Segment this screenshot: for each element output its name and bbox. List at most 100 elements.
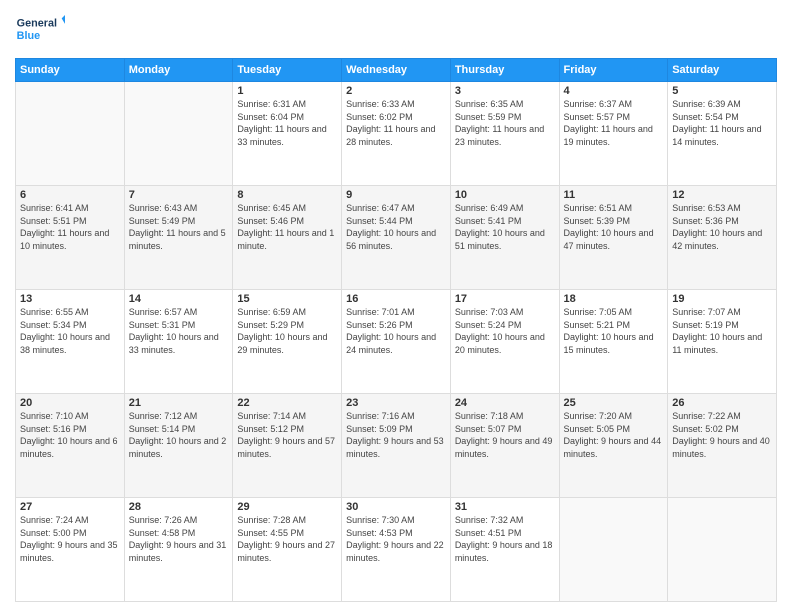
day-info: Sunrise: 7:18 AMSunset: 5:07 PMDaylight:… xyxy=(455,410,555,460)
day-info: Sunrise: 6:37 AMSunset: 5:57 PMDaylight:… xyxy=(564,98,664,148)
day-number: 19 xyxy=(672,293,772,305)
calendar-cell: 29 Sunrise: 7:28 AMSunset: 4:55 PMDaylig… xyxy=(233,498,342,602)
day-info: Sunrise: 6:45 AMSunset: 5:46 PMDaylight:… xyxy=(237,202,337,252)
calendar-cell: 10 Sunrise: 6:49 AMSunset: 5:41 PMDaylig… xyxy=(450,186,559,290)
svg-text:General: General xyxy=(17,18,57,30)
day-info: Sunrise: 7:30 AMSunset: 4:53 PMDaylight:… xyxy=(346,514,446,564)
calendar-cell: 13 Sunrise: 6:55 AMSunset: 5:34 PMDaylig… xyxy=(16,290,125,394)
day-number: 5 xyxy=(672,85,772,97)
day-number: 10 xyxy=(455,189,555,201)
day-number: 14 xyxy=(129,293,229,305)
calendar-cell: 11 Sunrise: 6:51 AMSunset: 5:39 PMDaylig… xyxy=(559,186,668,290)
calendar-cell: 15 Sunrise: 6:59 AMSunset: 5:29 PMDaylig… xyxy=(233,290,342,394)
day-info: Sunrise: 6:47 AMSunset: 5:44 PMDaylight:… xyxy=(346,202,446,252)
calendar-cell xyxy=(124,82,233,186)
day-number: 25 xyxy=(564,397,664,409)
calendar-week-row: 1 Sunrise: 6:31 AMSunset: 6:04 PMDayligh… xyxy=(16,82,777,186)
day-info: Sunrise: 7:20 AMSunset: 5:05 PMDaylight:… xyxy=(564,410,664,460)
day-header-saturday: Saturday xyxy=(668,59,777,82)
calendar-cell: 2 Sunrise: 6:33 AMSunset: 6:02 PMDayligh… xyxy=(342,82,451,186)
day-number: 1 xyxy=(237,85,337,97)
calendar-cell: 5 Sunrise: 6:39 AMSunset: 5:54 PMDayligh… xyxy=(668,82,777,186)
day-number: 13 xyxy=(20,293,120,305)
day-info: Sunrise: 7:12 AMSunset: 5:14 PMDaylight:… xyxy=(129,410,229,460)
day-number: 22 xyxy=(237,397,337,409)
calendar-cell: 14 Sunrise: 6:57 AMSunset: 5:31 PMDaylig… xyxy=(124,290,233,394)
day-number: 4 xyxy=(564,85,664,97)
calendar-cell: 27 Sunrise: 7:24 AMSunset: 5:00 PMDaylig… xyxy=(16,498,125,602)
calendar-cell: 21 Sunrise: 7:12 AMSunset: 5:14 PMDaylig… xyxy=(124,394,233,498)
calendar-week-row: 6 Sunrise: 6:41 AMSunset: 5:51 PMDayligh… xyxy=(16,186,777,290)
day-number: 31 xyxy=(455,501,555,513)
calendar-cell: 31 Sunrise: 7:32 AMSunset: 4:51 PMDaylig… xyxy=(450,498,559,602)
day-info: Sunrise: 6:33 AMSunset: 6:02 PMDaylight:… xyxy=(346,98,446,148)
day-header-tuesday: Tuesday xyxy=(233,59,342,82)
day-info: Sunrise: 7:16 AMSunset: 5:09 PMDaylight:… xyxy=(346,410,446,460)
calendar-cell: 25 Sunrise: 7:20 AMSunset: 5:05 PMDaylig… xyxy=(559,394,668,498)
day-info: Sunrise: 7:24 AMSunset: 5:00 PMDaylight:… xyxy=(20,514,120,564)
calendar-cell: 16 Sunrise: 7:01 AMSunset: 5:26 PMDaylig… xyxy=(342,290,451,394)
calendar-cell: 4 Sunrise: 6:37 AMSunset: 5:57 PMDayligh… xyxy=(559,82,668,186)
day-header-sunday: Sunday xyxy=(16,59,125,82)
day-header-wednesday: Wednesday xyxy=(342,59,451,82)
logo-svg: General Blue xyxy=(15,10,65,50)
day-number: 29 xyxy=(237,501,337,513)
day-info: Sunrise: 7:03 AMSunset: 5:24 PMDaylight:… xyxy=(455,306,555,356)
day-header-monday: Monday xyxy=(124,59,233,82)
day-number: 21 xyxy=(129,397,229,409)
calendar-cell: 3 Sunrise: 6:35 AMSunset: 5:59 PMDayligh… xyxy=(450,82,559,186)
day-number: 2 xyxy=(346,85,446,97)
day-info: Sunrise: 7:22 AMSunset: 5:02 PMDaylight:… xyxy=(672,410,772,460)
calendar-week-row: 13 Sunrise: 6:55 AMSunset: 5:34 PMDaylig… xyxy=(16,290,777,394)
calendar-cell xyxy=(668,498,777,602)
calendar-week-row: 20 Sunrise: 7:10 AMSunset: 5:16 PMDaylig… xyxy=(16,394,777,498)
calendar-cell: 23 Sunrise: 7:16 AMSunset: 5:09 PMDaylig… xyxy=(342,394,451,498)
day-info: Sunrise: 7:10 AMSunset: 5:16 PMDaylight:… xyxy=(20,410,120,460)
day-header-thursday: Thursday xyxy=(450,59,559,82)
day-number: 9 xyxy=(346,189,446,201)
svg-text:Blue: Blue xyxy=(17,30,40,42)
calendar-cell: 30 Sunrise: 7:30 AMSunset: 4:53 PMDaylig… xyxy=(342,498,451,602)
calendar-cell xyxy=(16,82,125,186)
calendar-cell: 9 Sunrise: 6:47 AMSunset: 5:44 PMDayligh… xyxy=(342,186,451,290)
logo: General Blue xyxy=(15,10,65,50)
day-number: 28 xyxy=(129,501,229,513)
day-info: Sunrise: 6:49 AMSunset: 5:41 PMDaylight:… xyxy=(455,202,555,252)
calendar-cell: 19 Sunrise: 7:07 AMSunset: 5:19 PMDaylig… xyxy=(668,290,777,394)
calendar-cell: 12 Sunrise: 6:53 AMSunset: 5:36 PMDaylig… xyxy=(668,186,777,290)
day-info: Sunrise: 6:59 AMSunset: 5:29 PMDaylight:… xyxy=(237,306,337,356)
day-number: 16 xyxy=(346,293,446,305)
day-info: Sunrise: 6:43 AMSunset: 5:49 PMDaylight:… xyxy=(129,202,229,252)
day-number: 24 xyxy=(455,397,555,409)
day-info: Sunrise: 7:28 AMSunset: 4:55 PMDaylight:… xyxy=(237,514,337,564)
header: General Blue xyxy=(15,10,777,50)
day-info: Sunrise: 6:41 AMSunset: 5:51 PMDaylight:… xyxy=(20,202,120,252)
day-header-friday: Friday xyxy=(559,59,668,82)
day-number: 8 xyxy=(237,189,337,201)
calendar-cell: 26 Sunrise: 7:22 AMSunset: 5:02 PMDaylig… xyxy=(668,394,777,498)
calendar-cell: 20 Sunrise: 7:10 AMSunset: 5:16 PMDaylig… xyxy=(16,394,125,498)
day-number: 23 xyxy=(346,397,446,409)
day-info: Sunrise: 7:14 AMSunset: 5:12 PMDaylight:… xyxy=(237,410,337,460)
day-number: 26 xyxy=(672,397,772,409)
calendar-table: SundayMondayTuesdayWednesdayThursdayFrid… xyxy=(15,58,777,602)
calendar-cell: 1 Sunrise: 6:31 AMSunset: 6:04 PMDayligh… xyxy=(233,82,342,186)
day-number: 27 xyxy=(20,501,120,513)
day-number: 15 xyxy=(237,293,337,305)
calendar-cell: 17 Sunrise: 7:03 AMSunset: 5:24 PMDaylig… xyxy=(450,290,559,394)
day-number: 11 xyxy=(564,189,664,201)
day-info: Sunrise: 7:01 AMSunset: 5:26 PMDaylight:… xyxy=(346,306,446,356)
day-info: Sunrise: 6:51 AMSunset: 5:39 PMDaylight:… xyxy=(564,202,664,252)
day-info: Sunrise: 6:55 AMSunset: 5:34 PMDaylight:… xyxy=(20,306,120,356)
calendar-cell: 6 Sunrise: 6:41 AMSunset: 5:51 PMDayligh… xyxy=(16,186,125,290)
day-info: Sunrise: 7:07 AMSunset: 5:19 PMDaylight:… xyxy=(672,306,772,356)
calendar-cell xyxy=(559,498,668,602)
day-number: 18 xyxy=(564,293,664,305)
day-info: Sunrise: 7:05 AMSunset: 5:21 PMDaylight:… xyxy=(564,306,664,356)
day-number: 3 xyxy=(455,85,555,97)
page: General Blue SundayMondayTuesdayWednesda… xyxy=(0,0,792,612)
calendar-cell: 8 Sunrise: 6:45 AMSunset: 5:46 PMDayligh… xyxy=(233,186,342,290)
calendar-cell: 24 Sunrise: 7:18 AMSunset: 5:07 PMDaylig… xyxy=(450,394,559,498)
day-info: Sunrise: 7:32 AMSunset: 4:51 PMDaylight:… xyxy=(455,514,555,564)
day-info: Sunrise: 6:57 AMSunset: 5:31 PMDaylight:… xyxy=(129,306,229,356)
